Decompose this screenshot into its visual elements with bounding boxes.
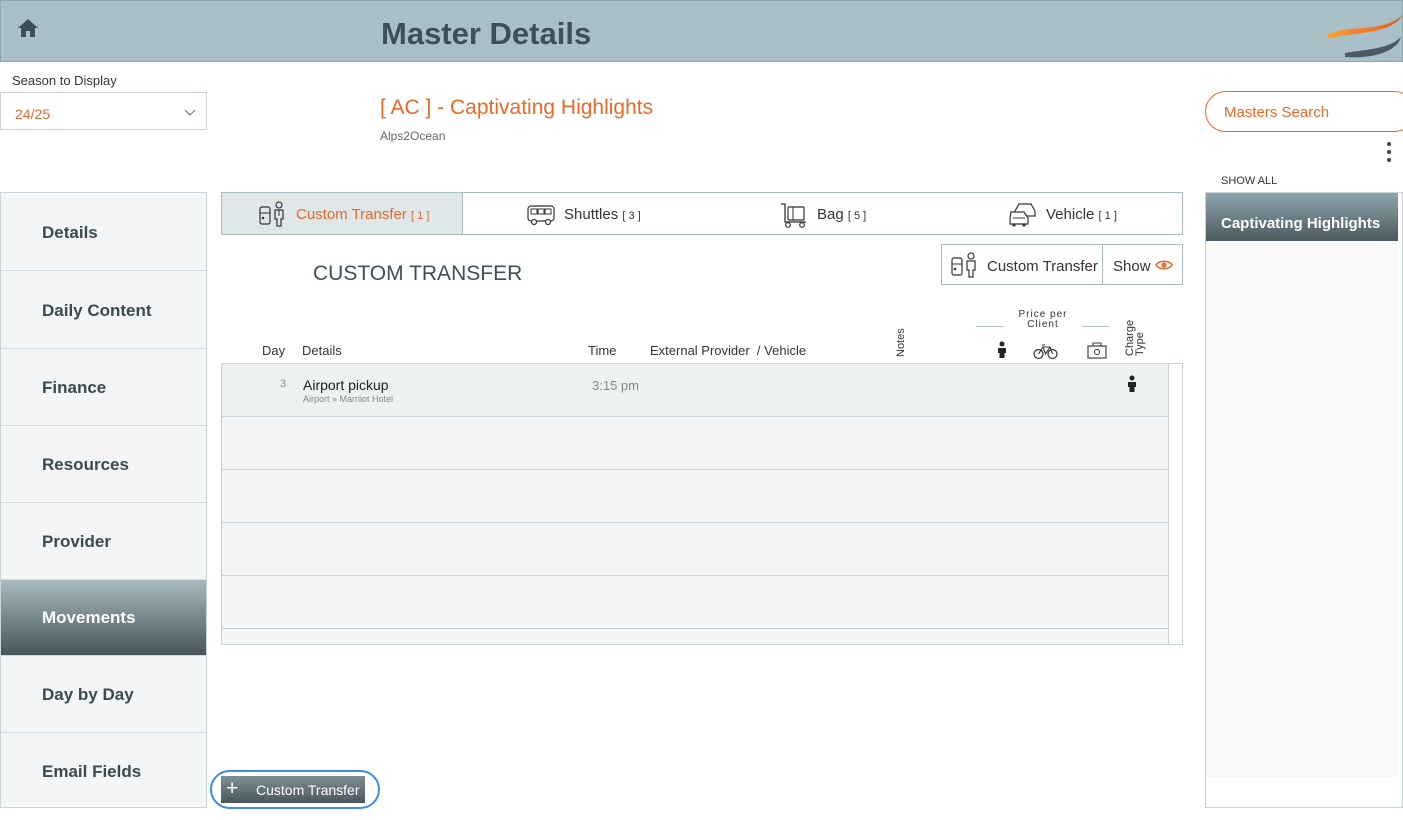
show-button[interactable]: Show <box>1102 244 1183 285</box>
col-header-notes: Notes <box>895 328 907 357</box>
person-icon <box>996 341 1008 364</box>
sidebar-item-day-by-day[interactable]: Day by Day <box>1 656 206 733</box>
col-header-details: Details <box>302 343 342 358</box>
add-custom-transfer-button[interactable]: + Custom Transfer <box>221 776 365 803</box>
tab-custom-transfer[interactable]: Custom Transfer [ 1 ] <box>222 193 463 234</box>
table-row <box>222 523 1168 576</box>
show-label: Show <box>1113 258 1151 275</box>
masters-list-scroll: Captivating Highlights <box>1206 193 1398 777</box>
section-title: CUSTOM TRANSFER <box>313 262 523 285</box>
plus-icon: + <box>226 777 239 800</box>
season-label: Season to Display <box>12 73 117 88</box>
more-menu-icon[interactable] <box>1380 140 1398 164</box>
page-title: Master Details <box>381 16 592 51</box>
table-row <box>222 629 1168 644</box>
tab-bag-label: Bag [ 5 ] <box>817 206 867 223</box>
table-scrollbar[interactable] <box>1168 364 1182 644</box>
person-icon <box>1126 375 1138 398</box>
col-header-price: Price per Client <box>1018 309 1068 330</box>
price-divider <box>1082 326 1110 327</box>
table-row <box>222 576 1168 629</box>
movement-tabs: Custom Transfer [ 1 ] Shuttles [ 3 ] Bag… <box>221 192 1183 235</box>
chauffeur-icon <box>258 201 288 232</box>
masters-search-button[interactable]: Masters Search <box>1205 91 1403 132</box>
row-route: Airport » Marriiot Hotel <box>303 394 394 404</box>
row-details: Airport pickup <box>303 377 389 393</box>
masters-list-item[interactable]: Captivating Highlights <box>1206 193 1398 241</box>
bus-icon <box>527 204 555 231</box>
table-row <box>222 470 1168 523</box>
sidebar-item-movements[interactable]: Movements <box>1 580 206 656</box>
chevron-down-icon <box>184 105 196 117</box>
tab-custom-transfer-label: Custom Transfer [ 1 ] <box>296 206 430 223</box>
masters-list: Captivating Highlights <box>1205 192 1403 808</box>
cars-icon <box>1009 201 1039 232</box>
season-value: 24/25 <box>15 106 51 122</box>
tab-vehicle[interactable]: Vehicle [ 1 ] <box>943 193 1182 234</box>
sidebar-item-finance[interactable]: Finance <box>1 349 206 426</box>
col-header-time: Time <box>588 343 617 358</box>
sidebar-item-details[interactable]: Details <box>1 193 206 271</box>
master-subtitle: Alps2Ocean <box>380 129 446 143</box>
col-header-charge-type: Charge Type <box>1124 319 1146 356</box>
price-divider <box>976 326 1004 327</box>
table-row <box>222 417 1168 470</box>
show-all-link[interactable]: SHOW ALL <box>1221 175 1277 187</box>
tab-vehicle-label: Vehicle [ 1 ] <box>1046 206 1117 223</box>
sidebar-item-provider[interactable]: Provider <box>1 503 206 580</box>
col-header-day: Day <box>262 343 286 358</box>
row-day: 3 <box>280 378 287 390</box>
master-title: [ AC ] - Captivating Highlights <box>380 96 654 119</box>
transfer-table: 3 Airport pickup Airport » Marriiot Hote… <box>221 363 1183 645</box>
chauffeur-icon <box>950 252 980 283</box>
custom-transfer-filter-button[interactable]: Custom Transfer <box>941 244 1103 285</box>
home-icon[interactable] <box>15 15 41 41</box>
eye-icon <box>1155 258 1173 277</box>
add-custom-transfer-label: Custom Transfer <box>256 782 360 798</box>
custom-transfer-filter-label: Custom Transfer <box>987 258 1098 275</box>
col-header-provider: External Provider / Vehicle <box>650 343 807 358</box>
brand-swoosh-logo <box>1319 5 1403 63</box>
tab-shuttles-label: Shuttles [ 3 ] <box>564 206 641 223</box>
sidebar-nav: Details Daily Content Finance Resources … <box>0 192 207 808</box>
luggage-cart-icon <box>780 201 808 234</box>
table-row[interactable]: 3 Airport pickup Airport » Marriiot Hote… <box>222 364 1168 417</box>
cash-icon <box>1087 341 1107 364</box>
row-time: 3:15 pm <box>592 378 639 393</box>
app-header: Master Details <box>0 0 1403 62</box>
sidebar-item-email-fields[interactable]: Email Fields <box>1 733 206 807</box>
tab-bag[interactable]: Bag [ 5 ] <box>703 193 943 234</box>
bicycle-icon <box>1033 343 1058 365</box>
sidebar-item-daily-content[interactable]: Daily Content <box>1 271 206 349</box>
sidebar-item-resources[interactable]: Resources <box>1 426 206 503</box>
tab-shuttles[interactable]: Shuttles [ 3 ] <box>463 193 703 234</box>
season-select[interactable]: 24/25 <box>0 92 207 130</box>
